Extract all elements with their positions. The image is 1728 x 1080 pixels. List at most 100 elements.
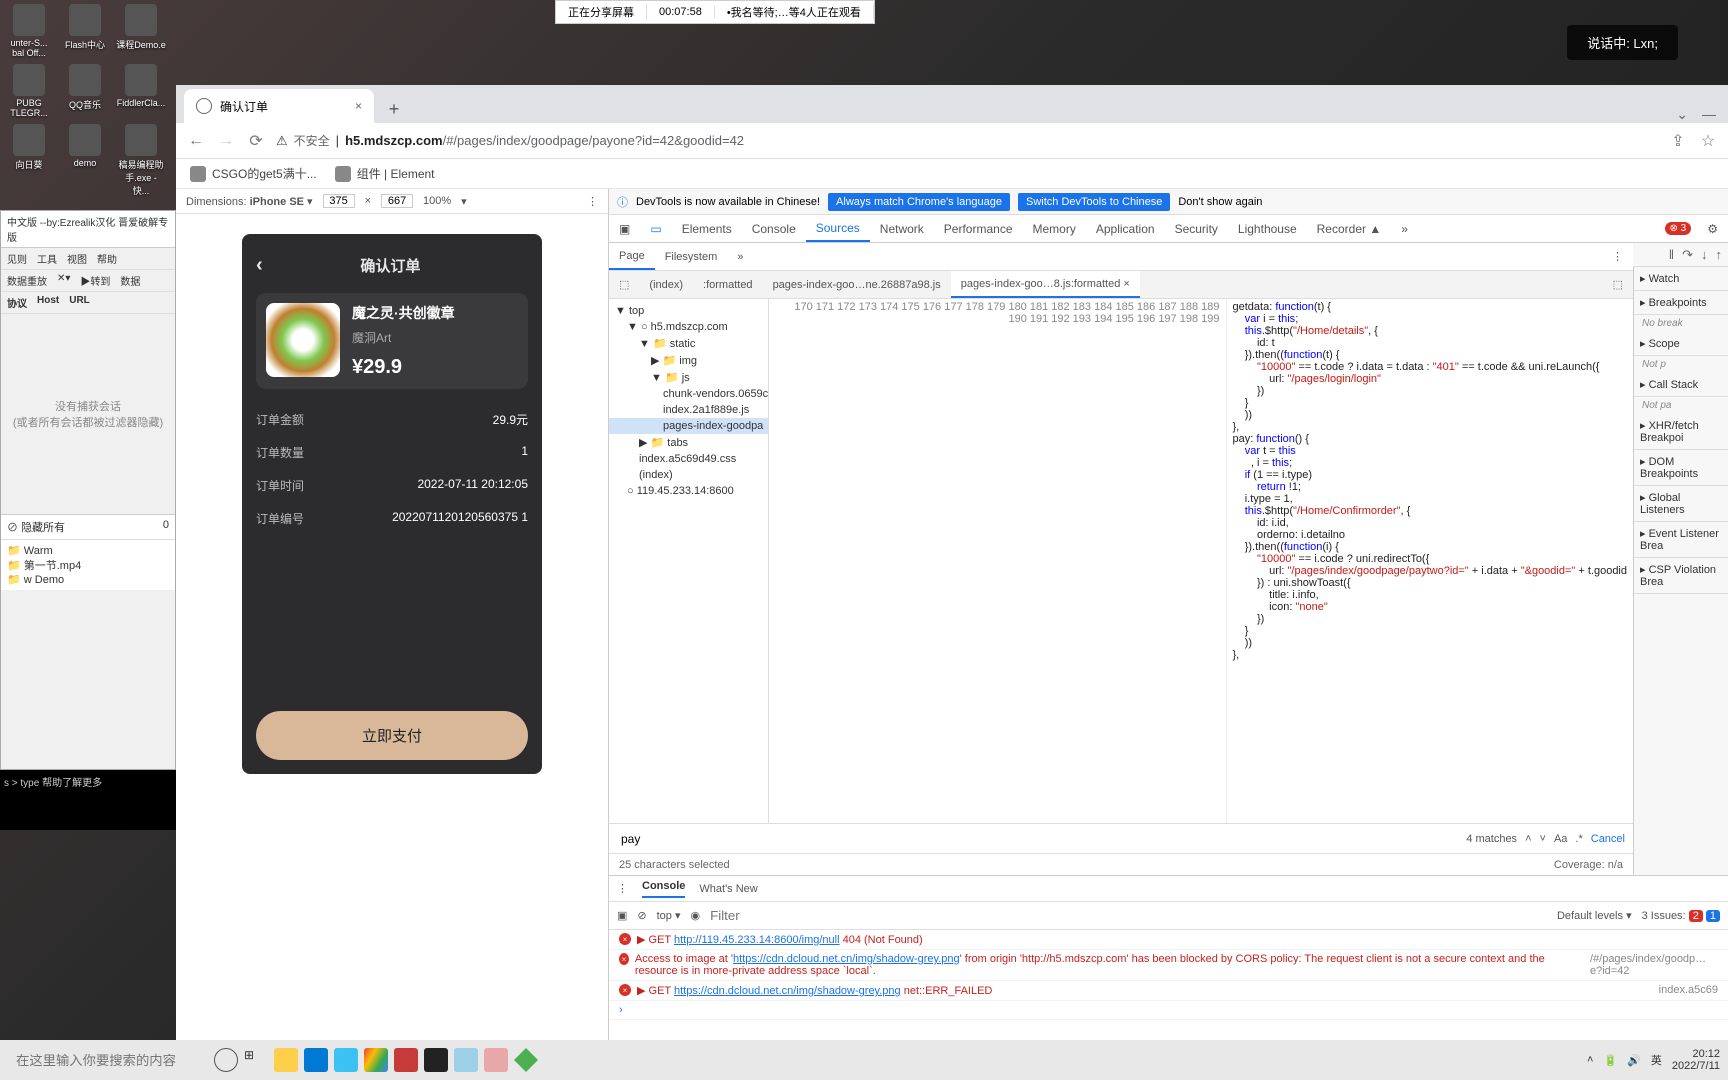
tree-node[interactable]: ○ 119.45.233.14:8600 (609, 483, 768, 499)
console-tab[interactable]: Console (642, 880, 685, 898)
eye-icon[interactable]: ◉ (691, 909, 701, 922)
devtools-tab[interactable]: Application (1086, 215, 1165, 242)
width-input[interactable] (323, 194, 355, 208)
step-over-icon[interactable]: ↷ (1682, 247, 1693, 263)
task-view-icon[interactable] (214, 1048, 238, 1072)
back-button[interactable]: ← (186, 132, 206, 150)
source-nav-tab[interactable]: Filesystem (655, 243, 728, 270)
bookmark-item[interactable]: 组件 | Element (335, 165, 435, 182)
desktop-icon[interactable]: unter-S... bal Off... (4, 4, 54, 58)
desktop-icon[interactable]: demo (60, 124, 110, 197)
desktop-icon[interactable]: Flash中心 (60, 4, 110, 58)
source-nav-tab[interactable]: Page (609, 243, 655, 270)
toolbar-item[interactable]: ▶转到 (80, 273, 110, 288)
app-icon[interactable] (424, 1048, 448, 1072)
desktop-icon[interactable]: 稿易编程助手.exe - 快... (116, 124, 166, 197)
file-tab[interactable]: :formatted (693, 271, 763, 298)
nav-icon[interactable]: ⬚ (609, 271, 639, 298)
clear-console-icon[interactable]: ⊘ (637, 909, 646, 922)
pay-button[interactable]: 立即支付 (256, 711, 528, 760)
step-into-icon[interactable]: ↓ (1701, 247, 1708, 262)
app-icon[interactable] (394, 1048, 418, 1072)
devtools-tab[interactable]: Memory (1023, 215, 1086, 242)
inspect-icon[interactable]: ▣ (609, 215, 640, 242)
taskbar-search-input[interactable] (8, 1045, 208, 1076)
bookmark-item[interactable]: CSGO的get5满十... (190, 165, 317, 182)
debugger-section[interactable]: ▸ Breakpoints (1634, 291, 1728, 315)
switch-lang-button[interactable]: Switch DevTools to Chinese (1018, 193, 1170, 211)
console-filter-input[interactable] (710, 908, 1547, 923)
tree-node[interactable]: chunk-vendors.0659c (609, 386, 768, 402)
browser-tab[interactable]: 确认订单 × (184, 89, 374, 123)
file-tab[interactable]: pages-index-goo…ne.26887a98.js (763, 271, 951, 298)
debugger-section[interactable]: ▸ Event Listener Brea (1634, 522, 1728, 558)
app-icon[interactable] (484, 1048, 508, 1072)
more-icon[interactable]: ⋮ (1602, 243, 1633, 270)
tree-node[interactable]: ▼ 📁 static (609, 335, 768, 352)
file-item[interactable]: 📁 w Demo (7, 573, 169, 586)
next-match-icon[interactable]: ˅ (1540, 833, 1546, 845)
prev-match-icon[interactable]: ˄ (1525, 833, 1531, 845)
minimize-icon[interactable]: ⌄ (1676, 106, 1688, 123)
app-icon[interactable] (454, 1048, 478, 1072)
file-item[interactable]: 📁 第一节.mp4 (7, 557, 169, 573)
devtools-tab[interactable]: Lighthouse (1228, 215, 1307, 242)
toolbar-item[interactable]: 数据 (120, 273, 140, 288)
dont-show-button[interactable]: Don't show again (1178, 196, 1262, 208)
edge-icon[interactable] (304, 1048, 328, 1072)
pause-icon[interactable]: ‖ (1669, 247, 1674, 262)
new-tab-button[interactable]: + (380, 95, 408, 123)
debugger-section[interactable]: ▸ Watch (1634, 267, 1728, 291)
height-input[interactable] (381, 194, 413, 208)
desktop-icon[interactable]: PUBG TLEGR... (4, 64, 54, 118)
explorer-icon[interactable] (274, 1048, 298, 1072)
devtools-tab[interactable]: Network (870, 215, 934, 242)
console-prompt[interactable]: › (609, 1001, 1728, 1020)
debugger-section[interactable]: ▸ XHR/fetch Breakpoi (1634, 414, 1728, 450)
star-icon[interactable]: ☆ (1698, 131, 1718, 151)
debugger-section[interactable]: ▸ DOM Breakpoints (1634, 450, 1728, 486)
cortana-icon[interactable]: ⊞ (244, 1048, 268, 1072)
menu-item[interactable]: 见则 (7, 251, 27, 266)
devtools-tab[interactable]: Security (1165, 215, 1228, 242)
step-out-icon[interactable]: ↑ (1716, 247, 1723, 262)
tree-node[interactable]: index.a5c69d49.css (609, 451, 768, 467)
settings-icon[interactable]: ⚙ (1697, 215, 1728, 242)
dash-icon[interactable]: — (1702, 106, 1716, 123)
desktop-icon[interactable]: 向日葵 (4, 124, 54, 197)
whatsnew-tab[interactable]: What's New (699, 883, 757, 895)
toolbar-item[interactable]: 数据重放 (7, 273, 47, 288)
debugger-section[interactable]: ▸ Scope (1634, 332, 1728, 356)
console-menu-icon[interactable]: ⋮ (617, 882, 628, 895)
tree-node[interactable]: ▼ 📁 js (609, 369, 768, 386)
tree-node[interactable]: index.2a1f889e.js (609, 402, 768, 418)
chrome-icon[interactable] (364, 1048, 388, 1072)
error-badge[interactable]: ⊗ 3 (1665, 222, 1692, 235)
share-icon[interactable]: ⇪ (1668, 131, 1688, 151)
address-bar[interactable]: ⚠ 不安全 | h5.mdszcp.com/#/pages/index/good… (276, 132, 1658, 149)
ie-icon[interactable] (334, 1048, 358, 1072)
reload-button[interactable]: ⟳ (246, 131, 266, 151)
file-tab[interactable]: (index) (639, 271, 693, 298)
toolbar-item[interactable]: ✕▾ (57, 273, 70, 288)
tree-node[interactable]: ▼ top (609, 303, 768, 319)
tree-node[interactable]: pages-index-goodpa (609, 418, 768, 434)
context-select[interactable]: top ▾ (657, 909, 681, 922)
tree-node[interactable]: ▶ 📁 img (609, 352, 768, 369)
debugger-section[interactable]: ▸ Global Listeners (1634, 486, 1728, 522)
tree-node[interactable]: ▶ 📁 tabs (609, 434, 768, 451)
device-icon[interactable]: ▭ (640, 215, 671, 242)
match-lang-button[interactable]: Always match Chrome's language (828, 193, 1010, 211)
debugger-section[interactable]: ▸ CSP Violation Brea (1634, 558, 1728, 594)
tree-node[interactable]: ▼ ○ h5.mdszcp.com (609, 319, 768, 335)
tray-overflow-icon[interactable]: ˄ (1587, 1054, 1593, 1066)
levels-select[interactable]: Default levels ▾ (1557, 909, 1632, 922)
devtools-tab[interactable]: Console (742, 215, 806, 242)
search-input[interactable] (617, 828, 1458, 850)
debugger-section[interactable]: ▸ Call Stack (1634, 373, 1728, 397)
device-toolbar[interactable]: Dimensions: iPhone SE ▾ × 100%▾ ⋮ (176, 189, 608, 214)
app-icon[interactable] (514, 1048, 538, 1072)
menu-item[interactable]: 帮助 (97, 251, 117, 266)
console-sidebar-icon[interactable]: ▣ (617, 909, 627, 922)
close-tab-icon[interactable]: × (355, 99, 362, 113)
